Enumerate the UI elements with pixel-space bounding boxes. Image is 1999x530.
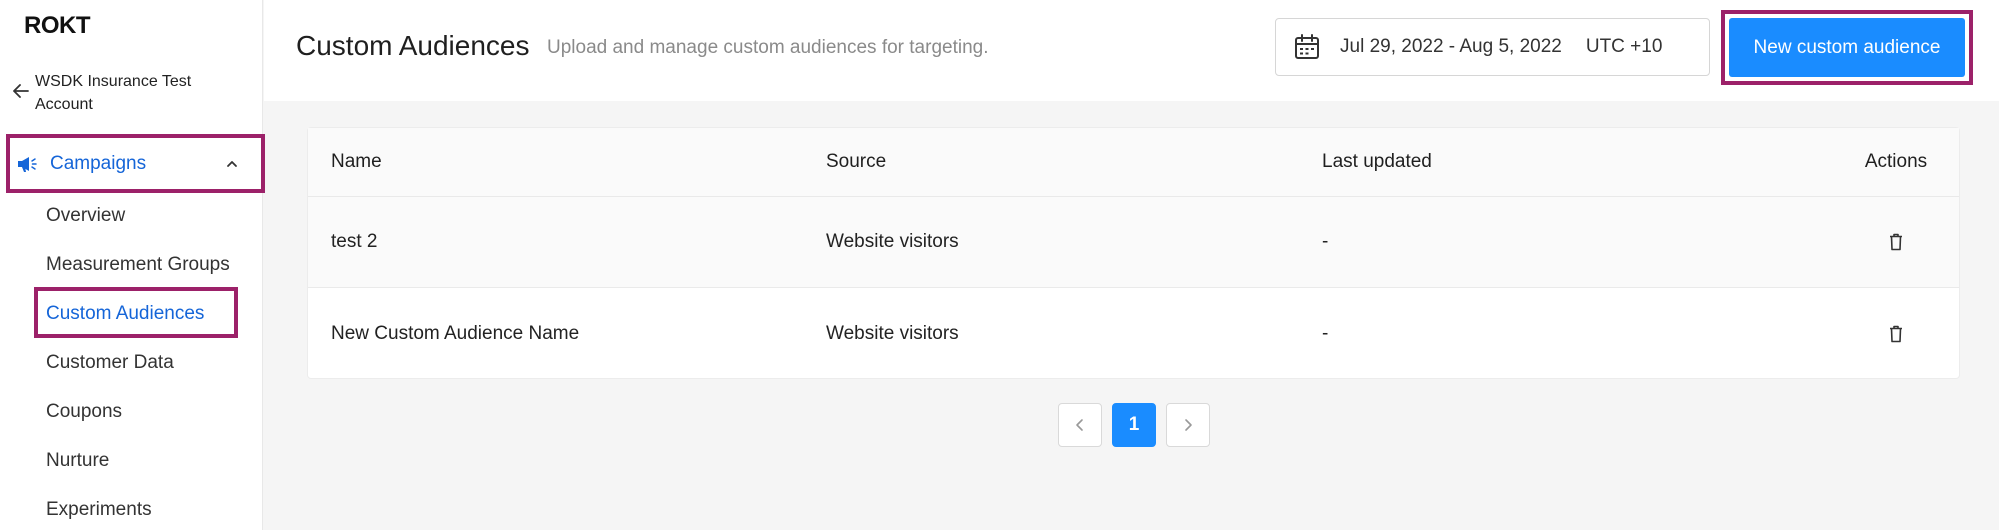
calendar-icon (1295, 34, 1319, 59)
row-source: Website visitors (826, 322, 959, 344)
date-range-text: Jul 29, 2022 - Aug 5, 2022 (1340, 36, 1562, 57)
sidebar-item-coupons[interactable]: Coupons (46, 401, 122, 423)
sidebar: ROKT WSDK Insurance Test Account Campaig… (0, 0, 265, 530)
prev-page-button[interactable] (1058, 403, 1102, 447)
new-custom-audience-button[interactable]: New custom audience (1729, 18, 1965, 77)
next-page-button[interactable] (1166, 403, 1210, 447)
account-switcher[interactable]: WSDK Insurance Test Account (0, 70, 263, 120)
trash-icon[interactable] (1889, 325, 1903, 343)
sidebar-item-campaigns-label: Campaigns (50, 152, 147, 174)
back-arrow-icon[interactable] (0, 70, 35, 98)
row-actions (1844, 197, 1948, 287)
account-name: WSDK Insurance Test Account (35, 73, 192, 113)
chevron-left-icon (1076, 419, 1083, 431)
row-name: New Custom Audience Name (331, 322, 580, 344)
column-header-last-updated: Last updated (1322, 151, 1432, 172)
chevron-right-icon (1185, 419, 1192, 431)
row-actions (1844, 288, 1948, 379)
sidebar-item-experiments[interactable]: Experiments (46, 499, 152, 521)
sidebar-item-campaigns[interactable]: Campaigns (6, 134, 265, 193)
megaphone-icon (18, 156, 37, 172)
table-row[interactable]: New Custom Audience Name Website visitor… (308, 288, 1959, 379)
column-header-source: Source (826, 151, 887, 172)
row-last-updated: - (1322, 231, 1329, 252)
row-name: test 2 (331, 231, 378, 252)
active-item-highlight (34, 287, 238, 338)
date-range-picker[interactable]: Jul 29, 2022 - Aug 5, 2022 UTC +10 (1275, 18, 1710, 76)
trash-icon[interactable] (1889, 233, 1903, 251)
chevron-up-icon[interactable] (225, 159, 239, 169)
page-number-current[interactable]: 1 (1112, 403, 1156, 447)
page-subtitle: Upload and manage custom audiences for t… (547, 37, 989, 58)
sidebar-item-nurture[interactable]: Nurture (46, 450, 109, 472)
page-title: Custom Audiences (296, 30, 530, 61)
sidebar-item-measurement-groups[interactable]: Measurement Groups (46, 254, 230, 276)
row-last-updated: - (1322, 322, 1329, 344)
sidebar-item-overview[interactable]: Overview (46, 205, 125, 227)
audiences-table: Name Source Last updated Actions test 2 … (307, 127, 1960, 379)
table-row[interactable]: test 2 Website visitors - (308, 197, 1959, 288)
column-header-name: Name (331, 151, 382, 172)
sidebar-item-customer-data[interactable]: Customer Data (46, 352, 174, 374)
table-header: Name Source Last updated Actions (308, 128, 1959, 197)
page-header: Custom Audiences Upload and manage custo… (264, 0, 1999, 101)
column-header-actions: Actions (1864, 151, 1928, 172)
row-source: Website visitors (826, 231, 959, 252)
rokt-logo[interactable]: ROKT (24, 12, 91, 40)
timezone-text: UTC +10 (1585, 36, 1663, 57)
new-audience-highlight: New custom audience (1721, 10, 1973, 85)
